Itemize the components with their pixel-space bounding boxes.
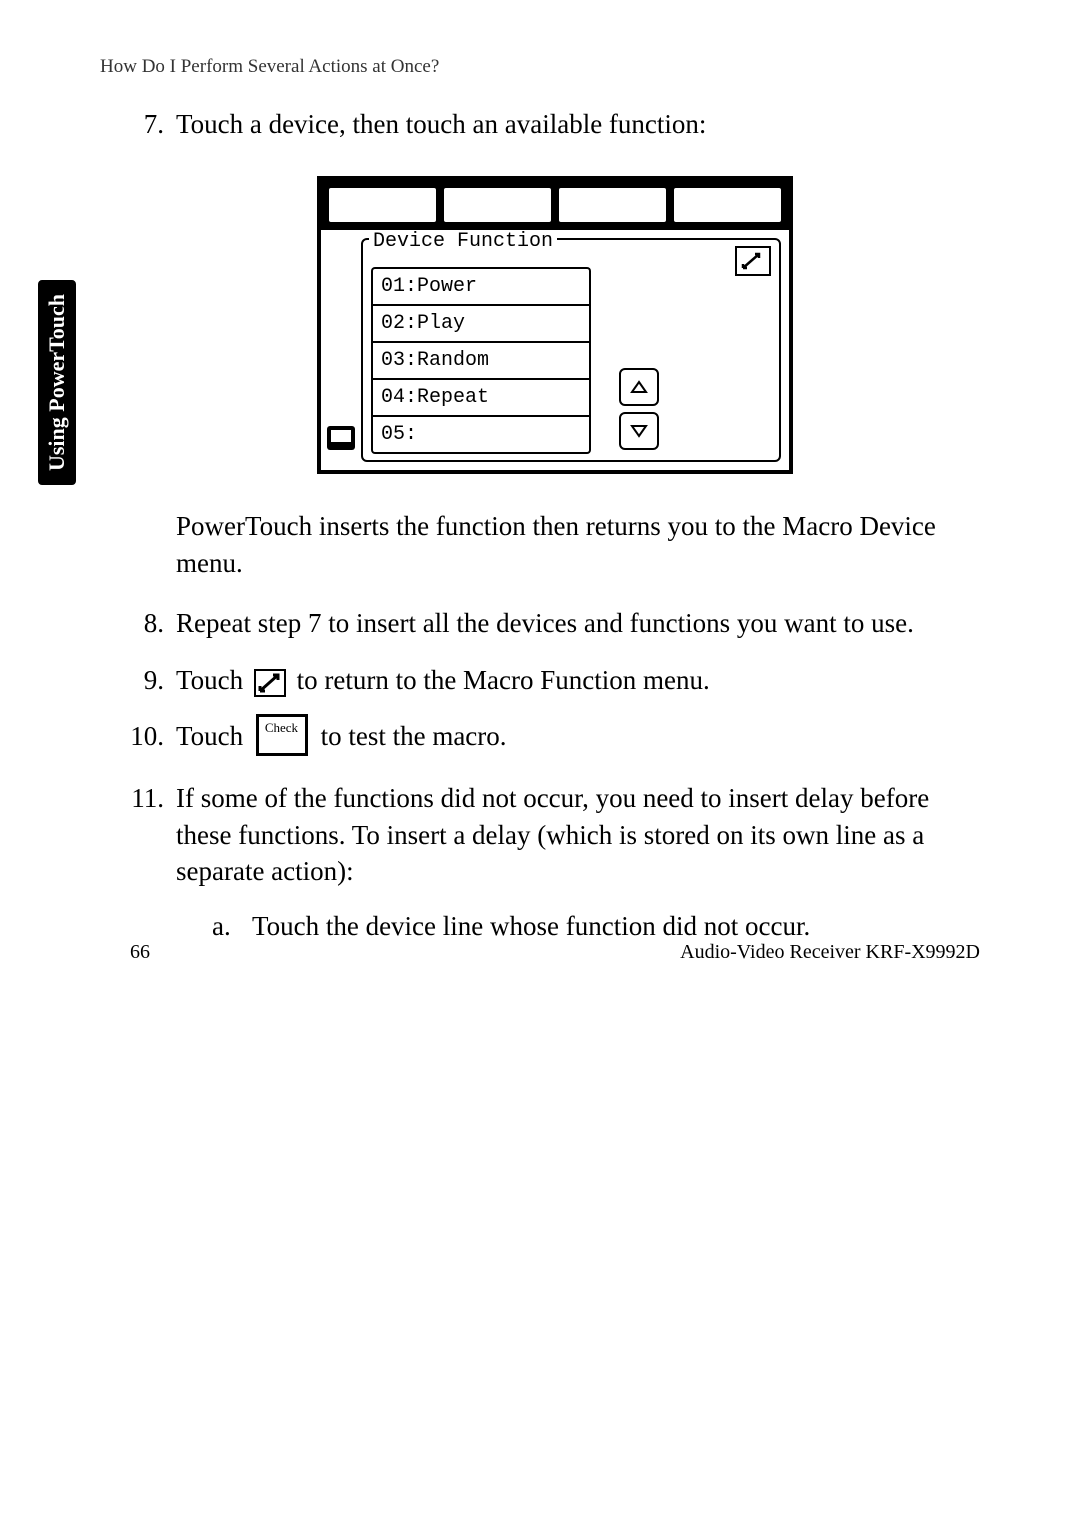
monitor-icon	[327, 426, 355, 450]
step-number: 9.	[130, 662, 176, 698]
down-arrow-icon	[619, 412, 659, 450]
step-9: 9. Touch to return to the Macro Function…	[130, 662, 980, 698]
step-number: 11.	[130, 780, 176, 944]
product-name: Audio-Video Receiver KRF-X9992D	[680, 941, 980, 964]
step-9-pre: Touch	[176, 665, 250, 695]
back-arrow-icon	[254, 669, 286, 697]
screenshot-tab	[672, 186, 783, 224]
check-button-icon: Check	[256, 714, 308, 756]
screenshot-tabs	[321, 180, 789, 230]
screenshot-tab	[557, 186, 668, 224]
step-8: 8. Repeat step 7 to insert all the devic…	[130, 605, 980, 641]
step-10-pre: Touch	[176, 721, 250, 751]
side-tab: Using PowerTouch	[38, 280, 76, 485]
header-text: How Do I Perform Several Actions at Once…	[100, 56, 980, 78]
footer: 66 Audio-Video Receiver KRF-X9992D	[100, 941, 980, 964]
list-item: 02:Play	[371, 304, 591, 341]
device-screenshot: Device Function 01:Power 02:Play 03:Rand…	[317, 176, 793, 474]
up-arrow-icon	[619, 368, 659, 406]
step-10-post: to test the macro.	[314, 721, 507, 751]
step-9-post: to return to the Macro Function menu.	[290, 665, 710, 695]
list-item: 03:Random	[371, 341, 591, 378]
substep-text: Touch the device line whose function did…	[252, 908, 810, 944]
step-7: 7. Touch a device, then touch an availab…	[130, 106, 980, 142]
step-text: Repeat step 7 to insert all the devices …	[176, 605, 980, 641]
monitor-icon-container	[321, 238, 361, 462]
step-number: 10.	[130, 718, 176, 760]
screenshot-tab	[442, 186, 553, 224]
step-number: 7.	[130, 106, 176, 142]
step-text: Touch a device, then touch an available …	[176, 106, 980, 142]
list-item: 05:	[371, 415, 591, 454]
step-11-text: If some of the functions did not occur, …	[176, 783, 929, 886]
list-item: 01:Power	[371, 267, 591, 304]
screenshot-title: Device Function	[369, 230, 557, 253]
list-item: 04:Repeat	[371, 378, 591, 415]
substep-letter: a.	[212, 908, 252, 944]
back-icon	[735, 246, 771, 276]
step-number: 8.	[130, 605, 176, 641]
step-11: 11. If some of the functions did not occ…	[130, 780, 980, 944]
page-number: 66	[130, 941, 150, 964]
screenshot-tab	[327, 186, 438, 224]
step-text: Touch Check to test the macro.	[176, 718, 980, 760]
function-list: 01:Power 02:Play 03:Random 04:Repeat 05:	[371, 267, 771, 454]
substep-a: a. Touch the device line whose function …	[212, 908, 980, 944]
step-7-paragraph: PowerTouch inserts the function then ret…	[176, 508, 980, 581]
step-text: Touch to return to the Macro Function me…	[176, 662, 980, 698]
step-10: 10. Touch Check to test the macro.	[130, 718, 980, 760]
step-text: If some of the functions did not occur, …	[176, 780, 980, 944]
